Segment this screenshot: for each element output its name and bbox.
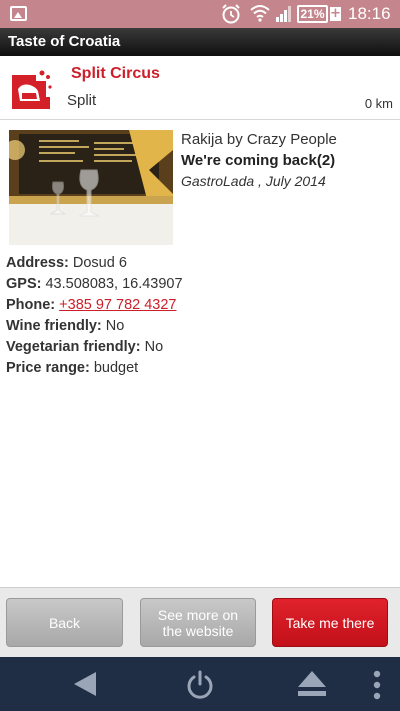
address-value: Dosud 6 [72, 255, 127, 271]
vegetarian-label: Vegetarian friendly: [6, 339, 141, 355]
wifi-icon [250, 5, 270, 22]
system-nav-bar [0, 657, 400, 711]
address-row: Address: Dosud 6 [6, 253, 183, 274]
status-bar: 21% + 18:16 [0, 0, 400, 28]
vegetarian-row: Vegetarian friendly: No [6, 337, 183, 358]
app-title-bar: Taste of Croatia [0, 28, 400, 56]
price-row: Price range: budget [6, 358, 183, 379]
back-button-label: Back [48, 614, 81, 631]
status-clock: 18:16 [348, 4, 391, 23]
power-icon[interactable] [184, 669, 216, 701]
take-me-there-label: Take me there [285, 614, 375, 631]
back-nav-icon[interactable] [70, 669, 100, 699]
gps-row: GPS: 43.508083, 16.43907 [6, 274, 183, 295]
screen: 21% + 18:16 Taste of Croatia Split Circu… [0, 0, 400, 711]
price-value: budget [93, 360, 139, 376]
wine-value: No [105, 318, 125, 334]
price-label: Price range: [6, 360, 90, 376]
review-title[interactable]: We're coming back(2) [181, 152, 335, 169]
website-button[interactable]: See more on the website [140, 598, 256, 647]
charging-icon: + [330, 6, 341, 21]
place-details: Address: Dosud 6 GPS: 43.508083, 16.4390… [6, 253, 183, 379]
app-title: Taste of Croatia [8, 33, 121, 50]
back-button[interactable]: Back [6, 598, 123, 647]
take-me-there-button[interactable]: Take me there [272, 598, 388, 647]
vegetarian-value: No [144, 339, 164, 355]
gallery-notification-icon [10, 6, 27, 21]
phone-row: Phone: +385 97 782 4327 [6, 295, 183, 316]
action-button-bar: Back See more on the website Take me the… [0, 587, 400, 657]
overflow-menu-icon[interactable] [370, 669, 384, 701]
eject-icon[interactable] [296, 669, 328, 699]
signal-icon [276, 6, 291, 22]
website-button-label: See more on the website [158, 607, 238, 639]
gps-label: GPS: [6, 276, 42, 292]
alarm-icon [222, 4, 240, 24]
place-city: Split [67, 92, 97, 109]
phone-link[interactable]: +385 97 782 4327 [59, 297, 176, 313]
place-distance: 0 km [364, 96, 393, 111]
battery-indicator: 21% [297, 5, 328, 23]
review-source: Rakija by Crazy People [181, 131, 337, 148]
restaurant-logo-icon [10, 67, 54, 111]
review-meta: GastroLada , July 2014 [181, 173, 326, 189]
place-header: Split Circus Split 0 km [0, 56, 400, 120]
website-button-line2: the website [162, 622, 234, 639]
wine-label: Wine friendly: [6, 318, 102, 334]
place-name: Split Circus [71, 65, 160, 82]
wine-row: Wine friendly: No [6, 316, 183, 337]
phone-label: Phone: [6, 297, 56, 313]
website-button-line1: See more on [157, 606, 239, 623]
address-label: Address: [6, 255, 69, 271]
review-photo[interactable] [9, 130, 173, 245]
gps-value: 43.508083, 16.43907 [45, 276, 183, 292]
